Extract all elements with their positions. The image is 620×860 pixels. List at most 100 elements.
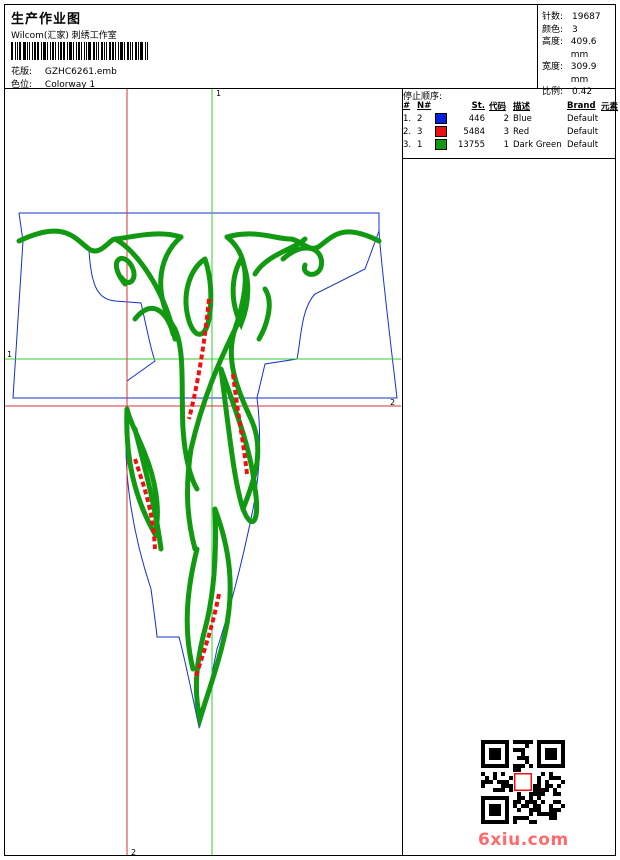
- qr-module: [481, 764, 485, 768]
- qr-module: [493, 756, 497, 760]
- design-file-row: 花版: GZHC6261.emb: [11, 64, 117, 77]
- qr-module: [537, 756, 541, 760]
- qr-module: [537, 764, 541, 768]
- qr-module: [497, 796, 501, 800]
- qr-module: [533, 792, 537, 796]
- qr-module: [545, 812, 549, 816]
- qr-module: [525, 740, 529, 744]
- qr-module: [521, 804, 525, 808]
- qr-module: [533, 804, 537, 808]
- qr-module: [489, 764, 493, 768]
- qr-module: [561, 748, 565, 752]
- barcode-bar: [86, 42, 87, 60]
- software-label: Wilcom(汇家) 刺绣工作室: [11, 31, 117, 41]
- qr-module: [493, 748, 497, 752]
- qr-module: [561, 756, 565, 760]
- barcode-bar: [120, 42, 123, 60]
- qr-module: [521, 756, 525, 760]
- qr-module: [489, 780, 493, 784]
- qr-module: [505, 812, 509, 816]
- qr-module: [557, 808, 561, 812]
- qr-module: [561, 804, 565, 808]
- barcode-bar: [63, 42, 65, 60]
- qr-module: [493, 776, 497, 780]
- table-row: 1. 2 446 2 Blue Default: [403, 113, 599, 124]
- barcode-bar: [112, 42, 114, 60]
- qr-module: [545, 764, 549, 768]
- qr-module: [553, 808, 557, 812]
- qr-module: [553, 812, 557, 816]
- table-row: 2. 3 5484 3 Red Default: [403, 126, 599, 137]
- qr-module: [505, 744, 509, 748]
- qr-module: [481, 812, 485, 816]
- barcode-bar: [124, 42, 125, 60]
- qr-module: [533, 808, 537, 812]
- qr-module: [481, 820, 485, 824]
- qr-module: [493, 820, 497, 824]
- qr-module: [517, 796, 521, 800]
- qr-module: [513, 764, 517, 768]
- qr-module: [513, 768, 517, 772]
- barcode-bar: [73, 42, 74, 60]
- qr-module: [513, 800, 517, 804]
- qr-module: [549, 784, 553, 788]
- barcode-bar: [106, 42, 107, 60]
- qr-module: [529, 792, 533, 796]
- barcode-bar: [50, 42, 51, 60]
- qr-module: [497, 740, 501, 744]
- panel-divider: [402, 88, 403, 855]
- qr-module: [513, 820, 517, 824]
- qr-module: [541, 812, 545, 816]
- barcode-bar: [37, 42, 39, 60]
- qr-module: [497, 780, 501, 784]
- barcode-bar: [93, 42, 95, 60]
- qr-module: [493, 752, 497, 756]
- qr-module: [553, 748, 557, 752]
- qr-module: [493, 812, 497, 816]
- col-header-code: 代码: [489, 102, 507, 112]
- qr-module: [529, 740, 533, 744]
- qr-module: [481, 748, 485, 752]
- qr-module: [537, 776, 541, 780]
- barcode-bar: [34, 42, 36, 60]
- barcode-bar: [23, 42, 26, 60]
- barcode-bar: [47, 42, 48, 60]
- qr-module: [505, 764, 509, 768]
- color-swatch-red: [435, 126, 448, 137]
- qr-module: [561, 740, 565, 744]
- green-guide-left-label: 1: [7, 350, 12, 359]
- barcode-bar: [19, 42, 21, 60]
- qr-module: [541, 792, 545, 796]
- stat-scale: 比例: 0.42: [542, 87, 593, 97]
- qr-module: [537, 752, 541, 756]
- qr-module: [557, 784, 561, 788]
- qr-module: [533, 788, 537, 792]
- qr-module: [481, 756, 485, 760]
- qr-module: [497, 804, 501, 808]
- qr-module: [561, 744, 565, 748]
- barcode-bar: [27, 42, 28, 60]
- qr-module: [493, 764, 497, 768]
- barcode-bar: [96, 42, 97, 60]
- qr-module: [549, 808, 553, 812]
- design-file-label: 花版:: [11, 67, 33, 77]
- qr-module: [553, 792, 557, 796]
- stat-height: 高度: 409.6 mm: [542, 37, 597, 60]
- qr-module: [525, 816, 529, 820]
- barcode-bar: [67, 42, 68, 60]
- qr-module: [521, 796, 525, 800]
- qr-module: [549, 812, 553, 816]
- col-header-brand: Brand: [567, 101, 596, 111]
- qr-module: [553, 756, 557, 760]
- qr-module: [497, 812, 501, 816]
- qr-module: [505, 820, 509, 824]
- qr-code: [481, 740, 565, 824]
- qr-module: [513, 740, 517, 744]
- barcode-bar: [78, 42, 80, 60]
- qr-module: [525, 804, 529, 808]
- stat-colors: 颜色: 3: [542, 24, 578, 35]
- qr-module: [537, 792, 541, 796]
- qr-module: [521, 816, 525, 820]
- qr-module: [537, 740, 541, 744]
- qr-module: [525, 744, 529, 748]
